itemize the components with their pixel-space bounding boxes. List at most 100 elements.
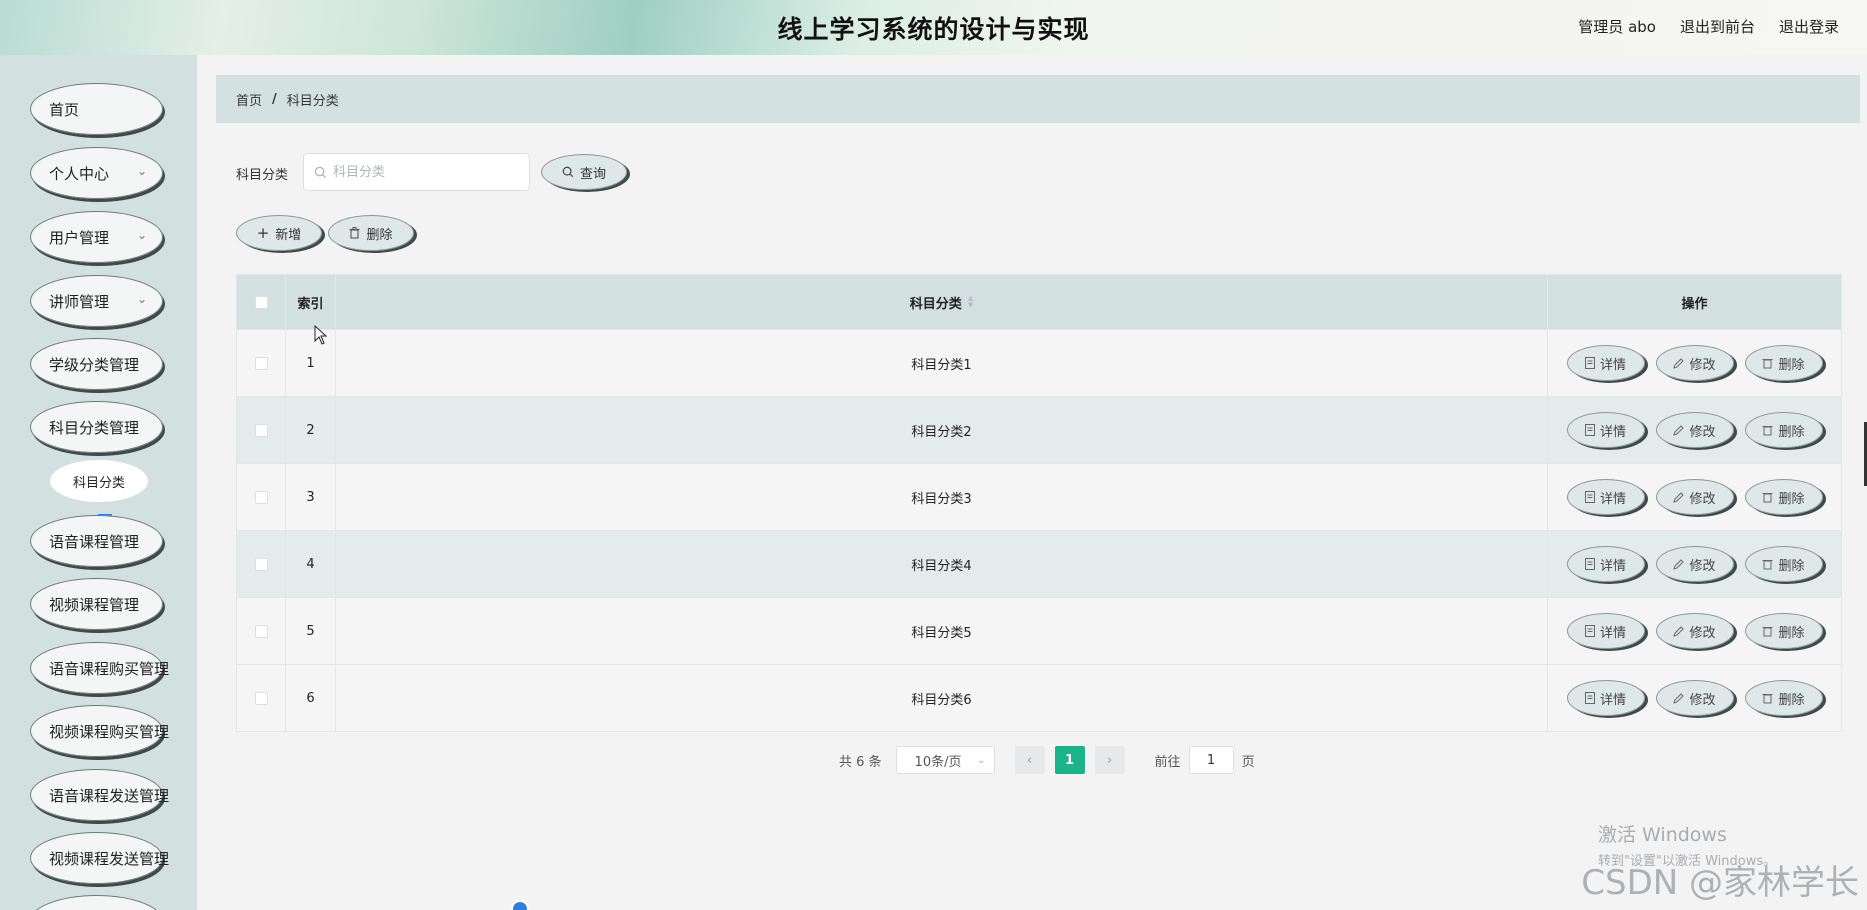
sidebar-item-personal[interactable]: 个人中心 ⌄ [30, 147, 163, 199]
delete-label: 删除 [1778, 558, 1805, 574]
logout-link[interactable]: 退出登录 [1779, 16, 1839, 37]
edit-label: 修改 [1689, 692, 1716, 708]
delete-button[interactable]: 删除 [1744, 613, 1823, 649]
sort-icon[interactable]: ▲ ▼ [968, 295, 973, 309]
trash-icon [349, 227, 360, 239]
row-actions: 详情 修改 删除 [1548, 531, 1841, 597]
row-index: 6 [286, 665, 336, 731]
header-name-label: 科目分类 [909, 296, 962, 312]
edit-button[interactable]: 修改 [1655, 613, 1734, 649]
sidebar-item-label: 语音课程购买管理 [49, 659, 170, 678]
sidebar-item-audio-send[interactable]: 语音课程发送管理 [30, 769, 169, 821]
sidebar-item-video-course[interactable]: 视频课程管理 [30, 578, 163, 630]
query-button-label: 查询 [579, 166, 606, 182]
detail-button[interactable]: 详情 [1566, 680, 1645, 716]
sidebar-item-subject-category[interactable]: 科目分类管理 [30, 401, 163, 453]
sidebar-item-audio-course[interactable]: 语音课程管理 [30, 515, 163, 567]
row-checkbox[interactable] [254, 490, 268, 504]
front-link[interactable]: 退出到前台 [1680, 16, 1755, 37]
search-field[interactable] [303, 153, 530, 191]
delete-button-label: 删除 [366, 227, 393, 243]
header-index: 索引 [286, 275, 336, 329]
pencil-icon [1673, 558, 1685, 570]
breadcrumb-current: 科目分类 [286, 93, 339, 109]
row-actions: 详情 修改 删除 [1548, 397, 1841, 463]
page-number-current[interactable]: 1 [1054, 746, 1085, 774]
csdn-watermark: CSDN @家林学长 [1581, 863, 1859, 903]
user-label[interactable]: 管理员 abo [1578, 16, 1656, 37]
row-checkbox-cell [237, 531, 286, 597]
row-checkbox[interactable] [254, 624, 268, 638]
document-icon [1584, 357, 1595, 369]
detail-label: 详情 [1599, 625, 1626, 641]
edit-label: 修改 [1689, 424, 1716, 440]
batch-delete-button[interactable]: 删除 [328, 215, 414, 251]
sidebar-item-label: 用户管理 [49, 228, 110, 247]
delete-button[interactable]: 删除 [1744, 412, 1823, 448]
row-name: 科目分类2 [336, 397, 1548, 463]
edit-button[interactable]: 修改 [1655, 546, 1734, 582]
edit-button[interactable]: 修改 [1655, 479, 1734, 515]
page-size-select[interactable]: 10条/页 ⌄ [895, 746, 995, 774]
query-button[interactable]: 查询 [541, 154, 627, 190]
detail-button[interactable]: 详情 [1566, 546, 1645, 582]
select-all-checkbox[interactable] [254, 295, 268, 309]
add-button[interactable]: + 新增 [236, 215, 322, 251]
table-header: 索引 科目分类 ▲ ▼ 操作 [237, 275, 1841, 329]
goto-page-input[interactable]: 1 [1188, 746, 1234, 774]
sidebar-item-label: 语音课程管理 [49, 532, 140, 551]
chevron-down-icon: ⌄ [136, 292, 147, 306]
row-checkbox[interactable] [254, 557, 268, 571]
watermark-line1: 激活 Windows [1598, 824, 1727, 846]
sidebar-item-more[interactable] [30, 895, 163, 910]
pencil-icon [1673, 491, 1685, 503]
pencil-icon [1673, 424, 1685, 436]
document-icon [1584, 424, 1595, 436]
sidebar-item-grade-category[interactable]: 学级分类管理 [30, 338, 163, 390]
prev-page-button[interactable]: ‹ [1014, 746, 1045, 774]
header-name[interactable]: 科目分类 ▲ ▼ [336, 275, 1548, 329]
row-actions: 详情 修改 删除 [1548, 464, 1841, 530]
sidebar-subitem-subject[interactable]: 科目分类 [50, 460, 148, 502]
edit-button[interactable]: 修改 [1655, 680, 1734, 716]
sidebar-item-home[interactable]: 首页 [30, 83, 163, 135]
delete-button[interactable]: 删除 [1744, 479, 1823, 515]
detail-label: 详情 [1599, 424, 1626, 440]
detail-button[interactable]: 详情 [1566, 613, 1645, 649]
sidebar-item-label: 视频课程管理 [49, 595, 140, 614]
detail-button[interactable]: 详情 [1566, 479, 1645, 515]
row-index: 3 [286, 464, 336, 530]
sidebar-item-video-send[interactable]: 视频课程发送管理 [30, 832, 169, 884]
next-page-button[interactable]: › [1094, 746, 1125, 774]
delete-button[interactable]: 删除 [1744, 546, 1823, 582]
row-checkbox-cell [237, 464, 286, 530]
sidebar-item-audio-purchase[interactable]: 语音课程购买管理 [30, 642, 169, 694]
drag-handle-dot[interactable] [511, 900, 529, 910]
sidebar-item-users[interactable]: 用户管理 ⌄ [30, 211, 163, 263]
search-input[interactable] [333, 164, 513, 180]
row-checkbox[interactable] [254, 691, 268, 705]
document-icon [1584, 625, 1595, 637]
trash-icon [1762, 426, 1773, 436]
delete-button[interactable]: 删除 [1744, 345, 1823, 381]
row-name: 科目分类4 [336, 531, 1548, 597]
edit-button[interactable]: 修改 [1655, 345, 1734, 381]
breadcrumb-home[interactable]: 首页 [236, 90, 262, 109]
detail-button[interactable]: 详情 [1566, 412, 1645, 448]
row-checkbox-cell [237, 330, 286, 396]
sidebar-item-video-purchase[interactable]: 视频课程购买管理 [30, 705, 169, 757]
chevron-left-icon: ‹ [1026, 752, 1033, 768]
table-row: 1 科目分类1 详情 修改 删除 [237, 329, 1841, 396]
pencil-icon [1673, 692, 1685, 704]
delete-button[interactable]: 删除 [1744, 680, 1823, 716]
detail-button[interactable]: 详情 [1566, 345, 1645, 381]
edit-button[interactable]: 修改 [1655, 412, 1734, 448]
sidebar: 首页 个人中心 ⌄ 用户管理 ⌄ 讲师管理 ⌄ 学级分类管理 科目分类管理 科目分类 … [0, 55, 197, 910]
sidebar-item-label: 讲师管理 [49, 292, 110, 311]
row-checkbox[interactable] [254, 356, 268, 370]
chevron-right-icon: › [1106, 752, 1113, 768]
sidebar-item-teachers[interactable]: 讲师管理 ⌄ [30, 275, 163, 327]
row-checkbox[interactable] [254, 423, 268, 437]
sidebar-item-label: 学级分类管理 [49, 355, 140, 374]
trash-icon [1762, 694, 1773, 704]
